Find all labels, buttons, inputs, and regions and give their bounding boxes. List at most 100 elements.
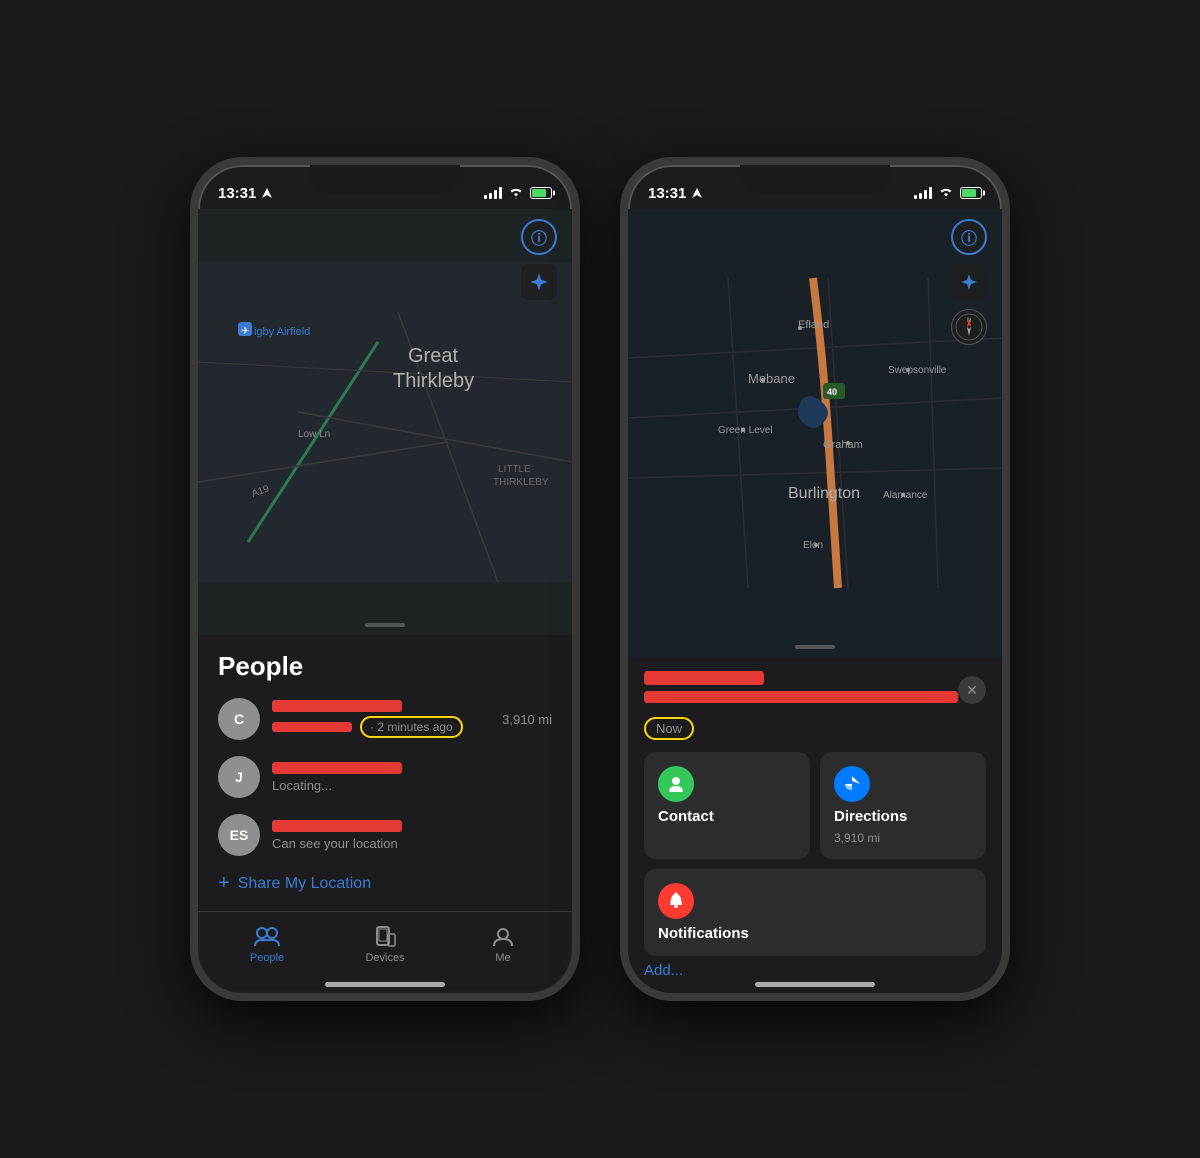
detail-sheet-right: ✕ Now Contact bbox=[628, 657, 1002, 993]
status-icons-right bbox=[914, 187, 982, 199]
contact-card[interactable]: Contact bbox=[644, 752, 810, 859]
directions-label: Directions bbox=[834, 808, 972, 825]
now-badge: Now bbox=[644, 717, 694, 740]
notch bbox=[310, 165, 460, 193]
tab-people[interactable]: People bbox=[208, 926, 326, 964]
locate-button-left[interactable] bbox=[521, 264, 557, 300]
person-info-j: Locating... bbox=[272, 762, 552, 793]
people-tab-icon bbox=[254, 926, 280, 948]
right-phone: 13:31 bbox=[620, 157, 1010, 1001]
contact-icon bbox=[658, 766, 694, 802]
compass-icon: N bbox=[955, 313, 983, 341]
svg-text:Elon: Elon bbox=[803, 540, 823, 551]
directions-card[interactable]: Directions 3,910 mi bbox=[820, 752, 986, 859]
tab-me-label: Me bbox=[495, 952, 510, 964]
avatar-es: ES bbox=[218, 814, 260, 856]
me-tab-icon bbox=[492, 926, 514, 948]
detail-sub-bar bbox=[644, 691, 958, 703]
avatar-c: C bbox=[218, 698, 260, 740]
svg-text:Swepsonville: Swepsonville bbox=[888, 365, 947, 376]
svg-text:Mebane: Mebane bbox=[748, 371, 795, 386]
svg-text:Green Level: Green Level bbox=[718, 425, 772, 436]
notifications-label: Notifications bbox=[658, 925, 972, 942]
info-button-left[interactable]: ⓘ bbox=[521, 219, 557, 255]
person-sub-row-c: · 2 minutes ago bbox=[272, 716, 490, 738]
svg-text:LITTLE: LITTLE bbox=[498, 464, 531, 475]
bell-icon bbox=[667, 892, 685, 910]
notch-right bbox=[740, 165, 890, 193]
directions-distance: 3,910 mi bbox=[834, 831, 972, 845]
location-arrow-icon bbox=[262, 188, 272, 198]
svg-text:Alamance: Alamance bbox=[883, 490, 928, 501]
close-button[interactable]: ✕ bbox=[958, 676, 986, 704]
notifications-card[interactable]: Notifications bbox=[644, 869, 986, 956]
status-icons-left bbox=[484, 187, 552, 199]
person-info-es: Can see your location bbox=[272, 820, 552, 851]
tab-devices-label: Devices bbox=[365, 952, 404, 964]
person-name-bar-j bbox=[272, 762, 402, 774]
person-status-j: Locating... bbox=[272, 778, 552, 793]
home-indicator-right bbox=[755, 982, 875, 987]
compass-button-right[interactable]: N bbox=[951, 309, 987, 345]
svg-text:THIRKLEBY: THIRKLEBY bbox=[493, 477, 549, 488]
svg-text:igby Airfield: igby Airfield bbox=[254, 326, 310, 338]
plus-icon: + bbox=[218, 872, 230, 895]
person-row-es[interactable]: ES Can see your location bbox=[218, 814, 552, 856]
person-name-bar-c bbox=[272, 700, 402, 712]
detail-name-bar bbox=[644, 671, 764, 685]
home-indicator-left bbox=[325, 982, 445, 987]
svg-text:Thirkleby: Thirkleby bbox=[393, 370, 474, 392]
directions-arrow-icon bbox=[843, 775, 861, 793]
tab-bar-left: People Devices Me bbox=[198, 911, 572, 993]
locate-icon-right bbox=[960, 273, 978, 291]
status-time-left: 13:31 bbox=[218, 185, 272, 202]
svg-text:Great: Great bbox=[408, 345, 458, 367]
left-phone: 13:31 bbox=[190, 157, 580, 1001]
map-svg-left: Low Ln A19 Great Thirkleby LITTLE THIRKL… bbox=[198, 209, 572, 635]
person-row-c[interactable]: C · 2 minutes ago 3,910 mi bbox=[218, 698, 552, 740]
bottom-sheet-left: People C · 2 minutes ago 3,910 mi J Loca… bbox=[198, 635, 572, 911]
battery-icon bbox=[530, 187, 552, 199]
map-svg-right: 40 Efland Mebane Swepsonville Green Leve… bbox=[628, 209, 1002, 657]
devices-tab-icon bbox=[374, 926, 396, 948]
svg-text:Efland: Efland bbox=[798, 319, 829, 331]
notification-icon bbox=[658, 883, 694, 919]
contact-label: Contact bbox=[658, 808, 796, 825]
wifi-icon bbox=[508, 187, 524, 199]
avatar-j: J bbox=[218, 756, 260, 798]
tab-devices[interactable]: Devices bbox=[326, 926, 444, 964]
svg-text:Low Ln: Low Ln bbox=[298, 429, 330, 440]
svg-text:40: 40 bbox=[827, 387, 837, 397]
add-link[interactable]: Add... bbox=[644, 962, 986, 979]
location-arrow-icon-right bbox=[692, 188, 702, 198]
person-distance-c: 3,910 mi bbox=[502, 712, 552, 727]
drag-handle-left[interactable] bbox=[365, 623, 405, 627]
status-time-right: 13:31 bbox=[648, 185, 702, 202]
map-right: 40 Efland Mebane Swepsonville Green Leve… bbox=[628, 209, 1002, 657]
map-left: Low Ln A19 Great Thirkleby LITTLE THIRKL… bbox=[198, 209, 572, 635]
info-button-right[interactable]: ⓘ bbox=[951, 219, 987, 255]
drag-handle-right[interactable] bbox=[795, 645, 835, 649]
tab-me[interactable]: Me bbox=[444, 926, 562, 964]
person-status-es: Can see your location bbox=[272, 836, 552, 851]
person-sub-bar-c bbox=[272, 722, 352, 732]
battery-icon-right bbox=[960, 187, 982, 199]
person-row-j[interactable]: J Locating... bbox=[218, 756, 552, 798]
sheet-title: People bbox=[218, 651, 552, 682]
time-highlight-c: · 2 minutes ago bbox=[360, 716, 463, 738]
signal-icon bbox=[484, 187, 502, 199]
locate-button-right[interactable] bbox=[951, 264, 987, 300]
detail-header: ✕ bbox=[644, 671, 986, 709]
svg-text:Graham: Graham bbox=[823, 439, 863, 451]
svg-text:✈: ✈ bbox=[241, 326, 249, 337]
directions-icon bbox=[834, 766, 870, 802]
share-label: Share My Location bbox=[238, 875, 371, 893]
share-location-button[interactable]: + Share My Location bbox=[218, 872, 552, 895]
signal-icon-right bbox=[914, 187, 932, 199]
contact-person-icon bbox=[667, 775, 685, 793]
locate-icon bbox=[530, 273, 548, 291]
person-name-bar-es bbox=[272, 820, 402, 832]
wifi-icon-right bbox=[938, 187, 954, 199]
svg-text:N: N bbox=[967, 318, 971, 324]
action-grid: Contact Directions 3,910 mi bbox=[644, 752, 986, 859]
